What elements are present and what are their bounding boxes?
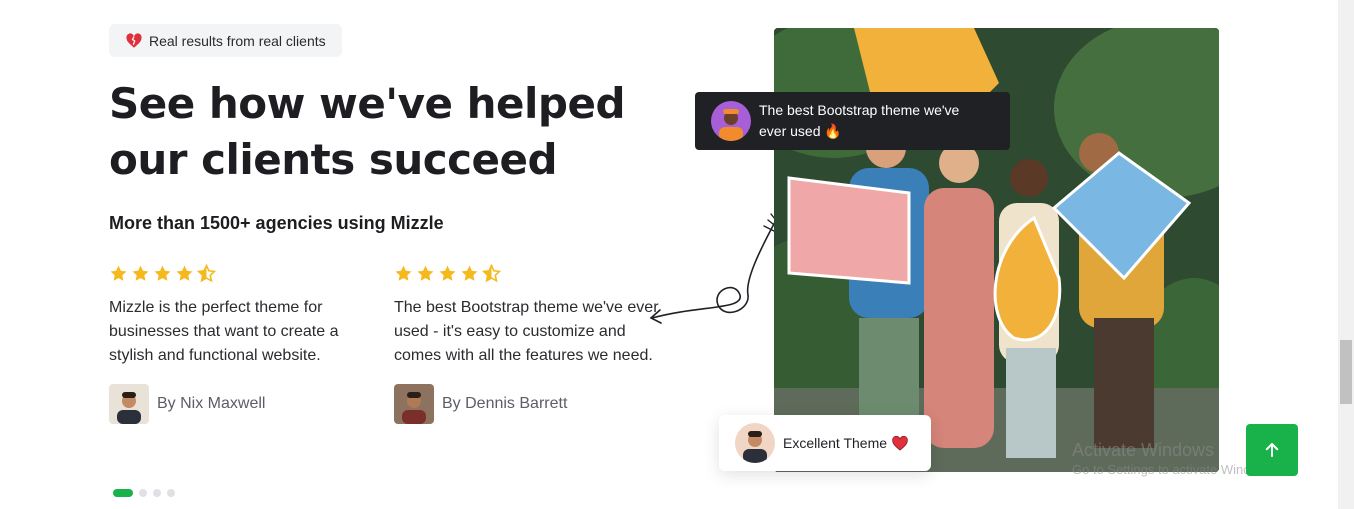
star-icon: [395, 265, 412, 281]
star-icon: [132, 265, 149, 281]
star-rating: [394, 264, 659, 286]
carousel-dot-2[interactable]: [139, 489, 147, 497]
back-to-top-button[interactable]: [1246, 424, 1298, 476]
page-scrollbar[interactable]: [1338, 0, 1354, 509]
tooltip-message: Excellent Theme: [783, 435, 888, 451]
author-name: By Dennis Barrett: [442, 395, 568, 412]
page-title: See how we've helped our clients succeed: [109, 79, 626, 184]
star-icon: [439, 265, 456, 281]
carousel-dot-3[interactable]: [153, 489, 161, 497]
page-subtitle: More than 1500+ agencies using Mizzle: [109, 213, 444, 233]
section-badge: Real results from real clients: [109, 24, 342, 57]
heart-icon: [892, 435, 908, 451]
tooltip-text: Excellent Theme: [783, 435, 908, 451]
avatar: [109, 384, 149, 424]
scrollbar-thumb[interactable]: [1340, 340, 1352, 404]
carousel-dot-4[interactable]: [167, 489, 175, 497]
badge-label: Real results from real clients: [149, 32, 326, 49]
avatar: [394, 384, 434, 424]
star-half-icon: [197, 264, 216, 283]
tooltip-text: The best Bootstrap theme we've ever used…: [759, 100, 989, 142]
star-rating: [109, 264, 374, 286]
broken-heart-icon: [126, 32, 142, 48]
review-text: The best Bootstrap theme we've ever used…: [394, 299, 659, 364]
testimonial-tooltip-light: Excellent Theme: [719, 415, 931, 471]
star-half-icon: [482, 264, 501, 283]
star-icon: [176, 265, 193, 281]
review-card: The best Bootstrap theme we've ever used…: [394, 264, 659, 424]
fire-icon: 🔥: [824, 123, 842, 139]
carousel-pagination: [113, 489, 175, 497]
review-author: By Nix Maxwell: [109, 384, 374, 424]
star-icon: [110, 265, 127, 281]
avatar: [711, 101, 751, 141]
testimonial-tooltip-dark: The best Bootstrap theme we've ever used…: [695, 92, 1010, 150]
carousel-dot-1[interactable]: [113, 489, 133, 497]
author-name: By Nix Maxwell: [157, 395, 266, 412]
star-icon: [154, 265, 171, 281]
arrow-up-icon: [1265, 443, 1279, 457]
review-author: By Dennis Barrett: [394, 384, 659, 424]
tooltip-message: The best Bootstrap theme we've ever used: [759, 102, 960, 139]
review-text: Mizzle is the perfect theme for business…: [109, 299, 339, 364]
review-card: Mizzle is the perfect theme for business…: [109, 264, 374, 424]
star-icon: [417, 265, 434, 281]
avatar: [735, 423, 775, 463]
star-icon: [461, 265, 478, 281]
